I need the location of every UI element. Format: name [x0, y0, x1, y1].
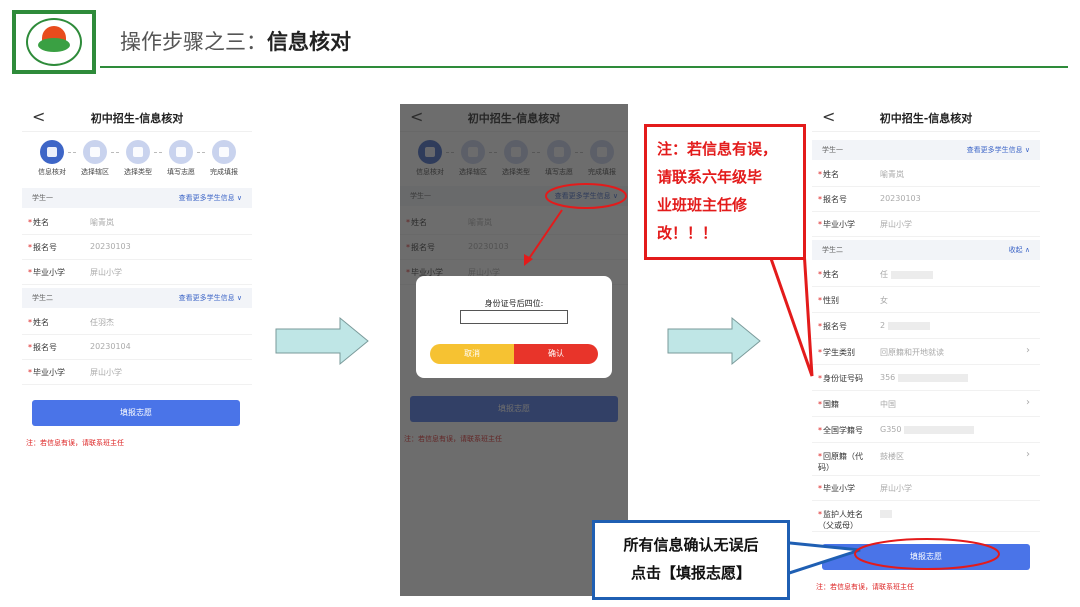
student-2-header: 学生二 查看更多学生信息 ∨: [22, 288, 252, 308]
step-info-check: 信息核对: [32, 140, 72, 177]
field-row: 姓名任: [812, 262, 1040, 287]
callout-pointer: [766, 250, 814, 377]
field-row[interactable]: 学生类别回原籍和开地就读›: [812, 340, 1040, 365]
error-note: 注：若信息有误，请联系班主任: [26, 439, 124, 447]
field-row: 身份证号码356: [812, 366, 1040, 391]
step-complete: 完成填报: [204, 140, 244, 177]
more-info-link[interactable]: 查看更多学生信息 ∨: [179, 293, 242, 303]
field-row: 性别女: [812, 288, 1040, 313]
submit-wishes-button[interactable]: 填报志愿: [32, 400, 240, 426]
step-wishes: 填写志愿: [161, 140, 201, 177]
progress-steps: 信息核对 选择辖区 选择类型 填写志愿 完成填报: [22, 140, 252, 184]
field-row: 报名号2: [812, 314, 1040, 339]
field-row[interactable]: 国籍中国›: [812, 392, 1040, 417]
field-row: 毕业小学屏山小学: [812, 212, 1040, 237]
page-title: 操作步骤之三：信息核对: [120, 30, 351, 54]
field-row: 毕业小学屏山小学: [22, 260, 252, 285]
confirm-instruction-callout: 所有信息确认无误后 点击【填报志愿】: [592, 520, 790, 600]
field-row: 毕业小学屏山小学: [812, 476, 1040, 501]
phone-screen-1: < 初中招生-信息核对 信息核对 选择辖区 选择类型 填写志愿 完成填报 学生一…: [22, 104, 252, 454]
field-row: 姓名任羽杰: [22, 310, 252, 335]
field-row: 姓名喻青岚: [812, 162, 1040, 187]
nav-bar: < 初中招生-信息核对: [812, 104, 1040, 132]
school-logo: [12, 10, 96, 74]
student-2-header: 学生二 收起 ∧: [812, 240, 1040, 260]
step-district: 选择辖区: [75, 140, 115, 177]
field-row: 毕业小学屏山小学: [22, 360, 252, 385]
button-highlight: [854, 538, 1000, 570]
chevron-right-icon: ›: [1026, 397, 1030, 408]
chevron-right-icon: ›: [1026, 449, 1030, 460]
phone-screen-3: < 初中招生-信息核对 学生一 查看更多学生信息 ∨ 姓名喻青岚 报名号2023…: [812, 104, 1040, 596]
more-info-link[interactable]: 查看更多学生信息 ∨: [967, 145, 1030, 155]
nav-bar: < 初中招生-信息核对: [22, 104, 252, 132]
collapse-link[interactable]: 收起 ∧: [1009, 245, 1030, 255]
field-row: 监护人姓名（父或母）: [812, 502, 1040, 532]
chevron-right-icon: ›: [1026, 345, 1030, 356]
screen-title: 初中招生-信息核对: [879, 112, 973, 125]
field-row: 报名号20230104: [22, 335, 252, 360]
next-arrow-icon: [275, 316, 369, 366]
field-row: 报名号20230103: [22, 235, 252, 260]
next-arrow-icon: [667, 316, 761, 366]
student-1-header: 学生一 查看更多学生信息 ∨: [22, 188, 252, 208]
student-1-header: 学生一 查看更多学生信息 ∨: [812, 140, 1040, 160]
field-row: 姓名喻青岚: [22, 210, 252, 235]
correction-note-callout: 注：若信息有误， 请联系六年级毕 业班班主任修 改！！！: [644, 124, 806, 260]
more-info-link[interactable]: 查看更多学生信息 ∨: [179, 193, 242, 203]
field-row: 全国学籍号G350: [812, 418, 1040, 443]
field-row[interactable]: 回原籍（代码）鼓楼区›: [812, 444, 1040, 476]
header-divider: [100, 66, 1068, 68]
step-type: 选择类型: [118, 140, 158, 177]
field-row: 报名号20230103: [812, 187, 1040, 212]
screen-title: 初中招生-信息核对: [90, 112, 184, 125]
